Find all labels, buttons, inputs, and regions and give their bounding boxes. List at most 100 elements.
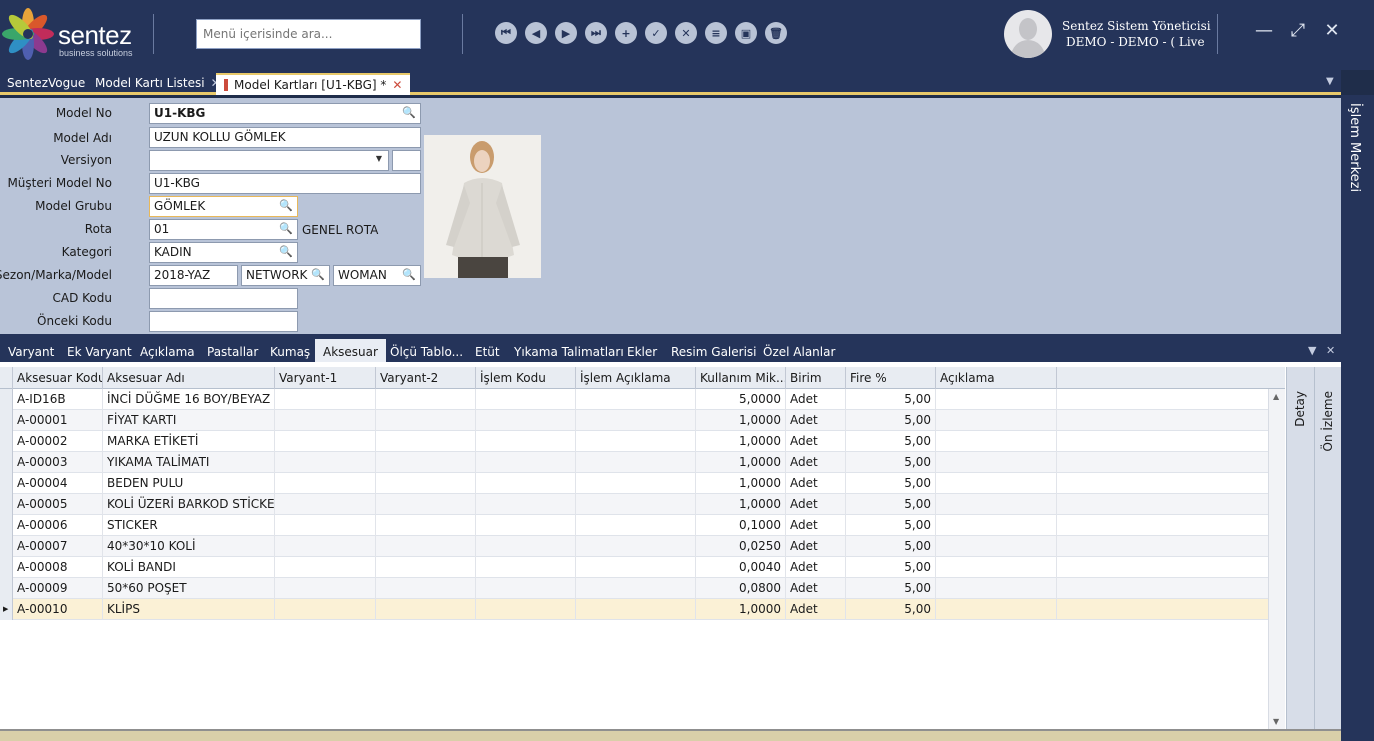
model-no-field[interactable]: U1-KBG 🔍 [149,103,421,124]
table-cell[interactable]: 5,00 [846,410,936,431]
table-row[interactable]: A-00007 40*30*10 KOLİ 0,0250 Adet 5,00 [0,536,1268,557]
table-cell[interactable]: 1,0000 [696,494,786,515]
table-cell[interactable]: Adet [786,494,846,515]
table-cell[interactable] [275,515,376,536]
tab-on-izleme[interactable]: Ön İzleme [1314,367,1340,729]
table-cell[interactable] [376,431,476,452]
table-row[interactable]: A-ID16B İNCİ DÜĞME 16 BOY/BEYAZ 5,0000 Adet… [0,389,1268,410]
table-cell[interactable]: FİYAT KARTI [103,410,275,431]
scroll-up-icon[interactable]: ▲ [1273,392,1279,401]
table-cell[interactable] [476,599,576,620]
table-cell[interactable]: STICKER [103,515,275,536]
table-cell[interactable] [275,473,376,494]
close-icon[interactable]: ✕ [1326,344,1335,357]
table-cell[interactable]: 5,00 [846,599,936,620]
table-row[interactable]: A-00008 KOLİ BANDI 0,0040 Adet 5,00 [0,557,1268,578]
table-cell[interactable]: A-00009 [13,578,103,599]
table-cell[interactable] [376,515,476,536]
table-cell[interactable] [936,536,1057,557]
table-cell[interactable] [376,452,476,473]
table-cell[interactable]: Adet [786,536,846,557]
table-cell[interactable] [936,410,1057,431]
table-cell[interactable]: A-00006 [13,515,103,536]
table-cell[interactable] [576,515,696,536]
table-cell[interactable] [275,578,376,599]
table-cell[interactable] [476,452,576,473]
table-cell[interactable]: 1,0000 [696,452,786,473]
table-row[interactable]: A-00003 YIKAMA TALİMATI 1,0000 Adet 5,00 [0,452,1268,473]
table-cell[interactable] [576,431,696,452]
row-indicator[interactable] [0,515,13,536]
table-cell[interactable]: 5,00 [846,431,936,452]
save-check-icon[interactable]: ✓ [645,22,667,44]
table-cell[interactable] [576,578,696,599]
table-cell[interactable] [376,536,476,557]
table-cell[interactable] [936,578,1057,599]
first-record-icon[interactable]: ⏮ [495,22,517,44]
table-cell[interactable]: 1,0000 [696,431,786,452]
table-cell[interactable] [576,494,696,515]
column-header[interactable]: İşlem Açıklama [576,367,696,389]
tab-aciklama[interactable]: Açıklama [140,345,195,359]
table-cell[interactable] [275,431,376,452]
preview-icon[interactable]: ▣ [735,22,757,44]
table-cell[interactable]: KOLİ ÜZERİ BARKOD STİCKER [103,494,275,515]
table-cell[interactable] [576,557,696,578]
table-cell[interactable]: Adet [786,578,846,599]
tab-aksesuar[interactable]: Aksesuar [315,339,386,362]
table-row[interactable]: A-00001 FİYAT KARTI 1,0000 Adet 5,00 [0,410,1268,431]
table-cell[interactable]: Adet [786,599,846,620]
table-cell[interactable]: Adet [786,452,846,473]
add-icon[interactable]: + [615,22,637,44]
table-cell[interactable] [476,473,576,494]
rota-field[interactable]: 01 🔍 [149,219,298,240]
table-cell[interactable]: Adet [786,389,846,410]
table-row[interactable]: A-00004 BEDEN PULU 1,0000 Adet 5,00 [0,473,1268,494]
table-cell[interactable] [275,494,376,515]
table-row[interactable]: A-00009 50*60 POŞET 0,0800 Adet 5,00 [0,578,1268,599]
cad-kodu-field[interactable] [149,288,298,309]
table-cell[interactable]: A-00004 [13,473,103,494]
row-indicator[interactable] [0,452,13,473]
row-indicator[interactable] [0,536,13,557]
table-cell[interactable]: 50*60 POŞET [103,578,275,599]
table-cell[interactable] [376,410,476,431]
table-row[interactable]: A-00002 MARKA ETİKETİ 1,0000 Adet 5,00 [0,431,1268,452]
table-cell[interactable] [936,452,1057,473]
table-cell[interactable]: 0,1000 [696,515,786,536]
table-cell[interactable] [576,410,696,431]
table-cell[interactable]: A-00005 [13,494,103,515]
column-header[interactable]: İşlem Kodu [476,367,576,389]
model-grubu-field[interactable]: GÖMLEK 🔍 [149,196,298,217]
search-icon[interactable]: 🔍 [279,245,293,258]
table-cell[interactable]: 5,00 [846,452,936,473]
row-indicator[interactable] [0,578,13,599]
delete-icon[interactable]: 🗑 [765,22,787,44]
search-icon[interactable]: 🔍 [311,268,325,281]
table-cell[interactable]: 5,00 [846,536,936,557]
table-cell[interactable] [376,599,476,620]
kategori-field[interactable]: KADIN 🔍 [149,242,298,263]
tabs-dropdown-icon[interactable]: ▼ [1326,76,1334,87]
tab-ozel-alanlar[interactable]: Özel Alanlar [763,345,835,359]
vertical-scrollbar[interactable]: ▲ ▼ [1268,389,1285,729]
search-icon[interactable]: 🔍 [279,199,293,212]
table-cell[interactable]: Adet [786,515,846,536]
table-cell[interactable]: 5,00 [846,515,936,536]
menu-search-input[interactable] [196,19,421,49]
table-cell[interactable] [936,494,1057,515]
table-cell[interactable] [476,536,576,557]
table-cell[interactable]: KLİPS [103,599,275,620]
table-cell[interactable] [476,557,576,578]
table-cell[interactable] [476,410,576,431]
table-cell[interactable] [936,599,1057,620]
marka-field[interactable]: NETWORK 🔍 [241,265,330,286]
table-cell[interactable]: 0,0800 [696,578,786,599]
tab-kumas[interactable]: Kumaş [270,345,310,359]
table-cell[interactable]: Adet [786,557,846,578]
table-cell[interactable]: A-00008 [13,557,103,578]
row-indicator[interactable] [0,410,13,431]
chevron-down-icon[interactable]: ▼ [1308,344,1316,357]
column-header[interactable]: Fire % [846,367,936,389]
column-header[interactable]: Birim [786,367,846,389]
